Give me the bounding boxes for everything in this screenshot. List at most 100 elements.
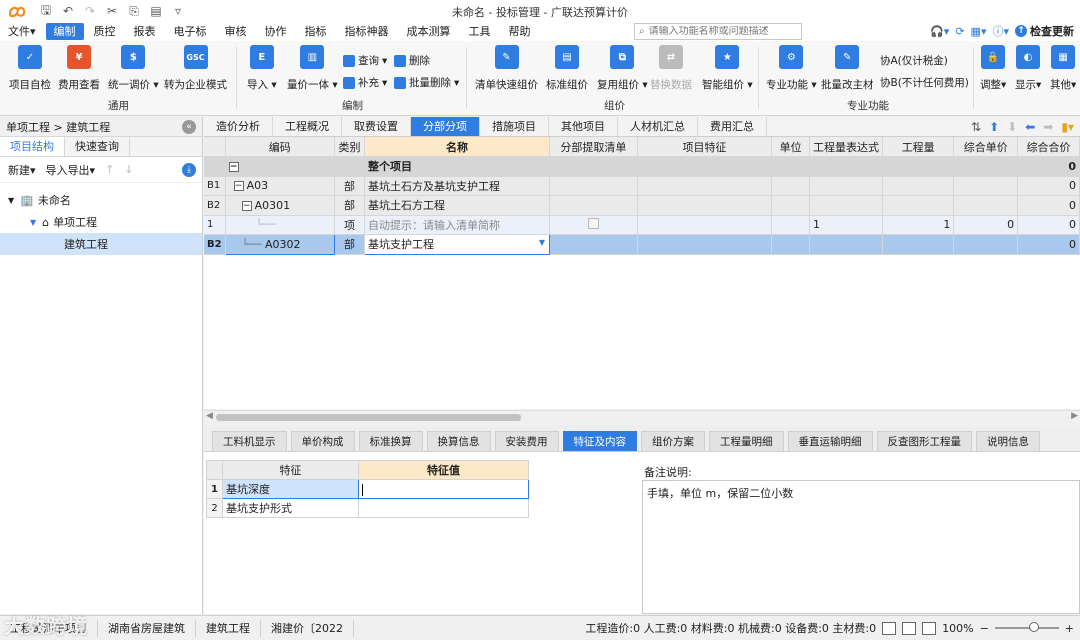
adjust-button[interactable]: 🔒 调整▾ — [980, 45, 1006, 92]
table-row[interactable]: 2 基坑支护形式 — [206, 498, 529, 518]
menu-index[interactable]: 指标 — [297, 23, 335, 40]
col-header-code[interactable]: 编码 — [225, 137, 336, 157]
menu-report[interactable]: 报表 — [126, 23, 164, 40]
layout-view-icon[interactable] — [882, 621, 897, 635]
supplement-button[interactable]: 补充 ▾ — [343, 75, 387, 90]
col-header-unit-price[interactable]: 综合单价 — [953, 137, 1019, 157]
redo-icon[interactable]: ↷ — [82, 4, 98, 18]
cut-icon[interactable]: ✂ — [104, 4, 120, 18]
feature-value-input[interactable] — [358, 479, 529, 499]
table-row[interactable]: 1 基坑深度 — [206, 479, 529, 499]
tree-node-unit-project[interactable]: 建筑工程 — [0, 233, 202, 255]
customize-icon[interactable]: ▿ — [170, 4, 186, 18]
zoom-slider-knob[interactable] — [1028, 622, 1039, 632]
menu-index-tool[interactable]: 指标神器 — [337, 23, 397, 40]
tab-cost-analysis[interactable]: 造价分析 — [204, 117, 273, 136]
standard-pricing-button[interactable]: ▤ 标准组价 — [546, 45, 588, 92]
tab-labor-material-summary[interactable]: 人材机汇总 — [618, 117, 698, 136]
scroll-left-icon[interactable]: ◀ — [206, 411, 213, 421]
import-button[interactable]: E 导入 ▾ — [247, 45, 277, 92]
zoom-slider[interactable] — [994, 622, 1059, 632]
paste-icon[interactable]: ▤ — [148, 4, 164, 18]
menu-cost-calc[interactable]: 成本测算 — [399, 23, 459, 40]
display-button[interactable]: ◐ 显示▾ — [1015, 45, 1041, 92]
quick-pricing-button[interactable]: ✎ 清单快速组价 — [475, 45, 538, 92]
table-row-division-selected[interactable]: B2 └── A0302 部 基坑支护工程 ▼ 0 — [204, 234, 1080, 255]
copy-icon[interactable]: ⎘ — [126, 4, 142, 19]
sort-icon[interactable]: ⇅ — [971, 120, 981, 134]
expand-arrow-icon[interactable]: ▼ — [30, 218, 36, 227]
tab-unit-price-composition[interactable]: 单价构成 — [290, 431, 355, 451]
table-row-division-b1[interactable]: B1 − A03 部 基坑土石方及基坑支护工程 0 — [204, 176, 1080, 196]
undo-icon[interactable]: ↶ — [60, 4, 76, 18]
menu-collab[interactable]: 协作 — [257, 23, 295, 40]
table-row-bill-item[interactable]: 1 └── 项 自动提示：请输入清单简称 1 1 0 0 — [204, 215, 1080, 235]
menu-file[interactable]: 文件▾ — [0, 23, 44, 40]
tab-measures[interactable]: 措施项目 — [480, 117, 549, 136]
project-self-check-button[interactable]: ✓ 项目自检 — [9, 45, 51, 92]
import-export-button[interactable]: 导入导出▾ — [46, 162, 96, 178]
headset-icon[interactable]: 🎧▾ — [930, 25, 949, 38]
highlight-icon[interactable]: ▮▾ — [1061, 120, 1074, 134]
fee-view-button[interactable]: ¥ 费用查看 — [58, 45, 100, 92]
scroll-right-icon[interactable]: ▶ — [1071, 411, 1078, 421]
tab-fee-summary[interactable]: 费用汇总 — [698, 117, 767, 136]
sync-icon[interactable]: ⟳ — [955, 25, 964, 38]
delete-button[interactable]: 删除 — [394, 53, 430, 68]
split-view-icon[interactable] — [902, 621, 917, 635]
col-header-unit[interactable]: 单位 — [771, 137, 810, 157]
tab-fee-setting[interactable]: 取费设置 — [342, 117, 411, 136]
co-b-button[interactable]: 协B(不计任何费用) — [880, 75, 969, 90]
collapse-toggle-icon[interactable]: − — [228, 161, 239, 172]
arrow-right-icon[interactable]: ➡ — [1043, 120, 1053, 134]
other-button[interactable]: ▦ 其他▾ — [1050, 45, 1076, 92]
to-enterprise-mode-button[interactable]: GSC 转为企业模式 — [164, 45, 227, 92]
col-header-total-price[interactable]: 综合合价 — [1017, 137, 1080, 157]
dropdown-arrow-icon[interactable]: ▼ — [539, 238, 545, 247]
col-header-qty-expr[interactable]: 工程量表达式 — [809, 137, 883, 157]
horizontal-scrollbar[interactable]: ◀ ▶ — [204, 410, 1080, 423]
tree-node-single-project[interactable]: ▼ ⌂ 单项工程 — [0, 211, 202, 233]
menu-ebid[interactable]: 电子标 — [166, 23, 215, 40]
feature-value-input[interactable] — [358, 498, 529, 518]
arrow-down-icon[interactable]: ⬇ — [1007, 120, 1017, 134]
col-header-type[interactable]: 类别 — [334, 137, 365, 157]
function-search-box[interactable]: ⌕ — [634, 23, 802, 40]
menu-audit[interactable]: 审核 — [217, 23, 255, 40]
batch-delete-button[interactable]: 批量删除 ▾ — [394, 75, 459, 90]
tree-node-project[interactable]: ▼ 🏢 未命名 — [0, 189, 202, 211]
apps-icon[interactable]: ▦▾ — [971, 25, 987, 38]
expand-arrow-icon[interactable]: ▼ — [8, 196, 14, 205]
tab-vertical-transport[interactable]: 垂直运输明细 — [787, 431, 873, 451]
tab-features-content[interactable]: 特征及内容 — [562, 431, 637, 451]
qty-price-button[interactable]: ▥ 量价一体 ▾ — [287, 45, 338, 92]
table-row-project-total[interactable]: − 整个项目 0 — [204, 156, 1080, 177]
download-icon[interactable]: ⤓ — [182, 163, 196, 177]
collapse-panel-icon[interactable]: « — [182, 120, 196, 134]
tab-pricing-scheme[interactable]: 组价方案 — [641, 431, 705, 451]
tab-conversion-info[interactable]: 换算信息 — [426, 431, 491, 451]
arrow-up-icon[interactable]: ⬆ — [989, 120, 999, 134]
tab-sub-items[interactable]: 分部分项 — [411, 117, 480, 136]
tab-installation-fee[interactable]: 安装费用 — [494, 431, 559, 451]
zoom-in-icon[interactable]: + — [1065, 622, 1074, 635]
collapse-toggle-icon[interactable]: − — [241, 200, 252, 211]
tab-project-overview[interactable]: 工程概况 — [273, 117, 342, 136]
col-header-feature[interactable]: 项目特征 — [637, 137, 773, 157]
tab-description-info[interactable]: 说明信息 — [976, 431, 1040, 451]
reuse-pricing-button[interactable]: ⧉ 复用组价 ▾ — [597, 45, 648, 92]
move-up-icon[interactable]: ↑ — [105, 163, 114, 176]
info-icon[interactable]: ⓘ▾ — [992, 23, 1009, 39]
tab-reverse-graphic-qty[interactable]: 反查图形工程量 — [876, 431, 972, 451]
tab-labor-material-display[interactable]: 工料机显示 — [212, 431, 287, 451]
function-search-input[interactable] — [648, 26, 789, 37]
scrollbar-thumb[interactable] — [216, 414, 521, 421]
query-button[interactable]: 查询 ▾ — [343, 53, 387, 68]
save-icon[interactable]: 🖫 — [38, 1, 54, 22]
table-row-division-b2[interactable]: B2 − A0301 部 基坑土石方工程 0 — [204, 195, 1080, 216]
col-header-name[interactable]: 名称 — [364, 137, 551, 157]
tab-quick-query[interactable]: 快速查询 — [65, 137, 130, 156]
col-header-extract[interactable]: 分部提取清单 — [549, 137, 638, 157]
arrow-left-icon[interactable]: ⬅ — [1025, 120, 1035, 134]
extract-checkbox[interactable] — [587, 217, 599, 229]
